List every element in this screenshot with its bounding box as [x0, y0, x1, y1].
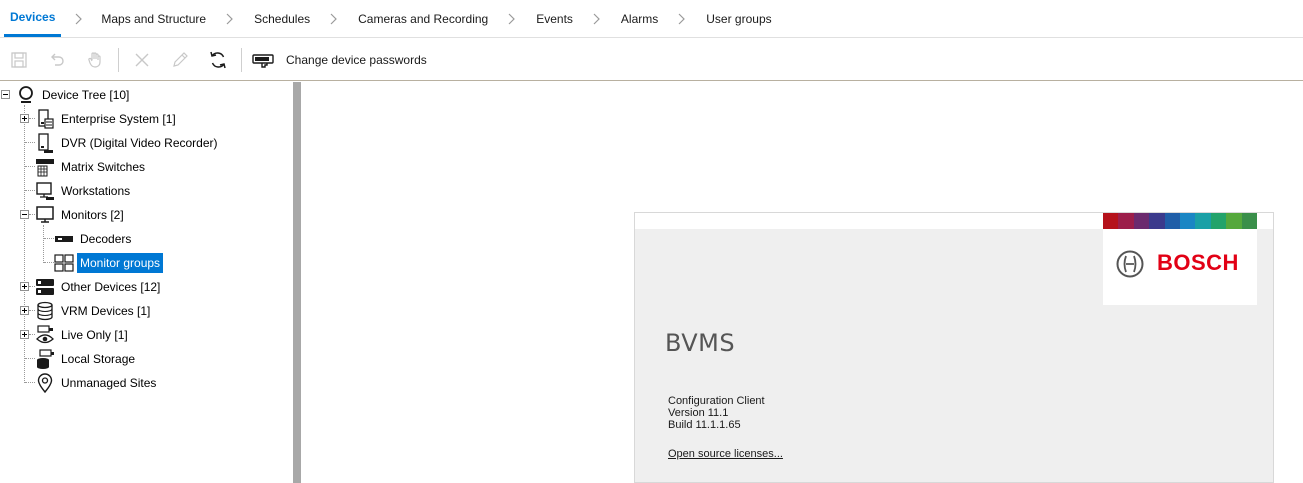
tree-item-label: DVR (Digital Video Recorder) [61, 136, 218, 150]
monitor-group-icon [53, 252, 75, 274]
chevron-right-icon [61, 0, 97, 37]
close-icon [135, 53, 149, 66]
tree-item-label: Monitors [2] [61, 208, 124, 222]
tab-maps-and-structure[interactable]: Maps and Structure [95, 0, 212, 37]
tab-cameras-and-recording[interactable]: Cameras and Recording [352, 0, 494, 37]
tree-item-label: VRM Devices [1] [61, 304, 151, 318]
touch-button[interactable] [76, 44, 114, 76]
tree-item-monitor-groups[interactable]: Monitor groups [53, 251, 164, 275]
version-info: Configuration Client Version 11.1 Build … [668, 395, 765, 431]
save-button[interactable] [0, 44, 38, 76]
bosch-armature-icon [1116, 250, 1144, 278]
brand-color-bar [1103, 213, 1258, 229]
tree-item-unmanaged-sites[interactable]: Unmanaged Sites [34, 371, 159, 395]
expand-toggle-other-devices[interactable] [20, 282, 29, 291]
tree-connector [43, 225, 44, 263]
monitor-icon [34, 204, 56, 226]
tree-item-label: Other Devices [12] [61, 280, 161, 294]
tree-item-label: Workstations [61, 184, 131, 198]
tab-schedules-label: Schedules [254, 11, 311, 26]
expand-toggle-vrm-devices[interactable] [20, 306, 29, 315]
version-text: Version 11.1 [668, 407, 729, 419]
save-icon [11, 51, 27, 68]
workstation-icon [34, 180, 56, 202]
expand-toggle-live-only[interactable] [20, 330, 29, 339]
pane-splitter[interactable] [293, 82, 301, 483]
chevron-right-icon [212, 0, 248, 37]
tab-devices-label: Devices [4, 1, 62, 37]
change-device-passwords-button[interactable]: Change device passwords [246, 44, 433, 76]
location-pin-icon [34, 372, 56, 394]
tree-item-label: Matrix Switches [61, 160, 146, 174]
build-text: Build 11.1.1.65 [668, 419, 741, 431]
tree-item-label: Local Storage [61, 352, 136, 366]
tree-item-dvr[interactable]: DVR (Digital Video Recorder) [34, 131, 221, 155]
tree-item-workstations[interactable]: Workstations [34, 179, 133, 203]
tab-user-groups[interactable]: User groups [700, 0, 777, 37]
tree-item-live-only[interactable]: Live Only [1] [34, 323, 131, 347]
tab-events[interactable]: Events [530, 0, 579, 37]
tree-item-matrix-switches[interactable]: Matrix Switches [34, 155, 148, 179]
local-storage-icon [34, 348, 56, 370]
tree-item-label: Unmanaged Sites [61, 376, 157, 390]
tab-schedules[interactable]: Schedules [248, 0, 316, 37]
app-name: Configuration Client [668, 395, 765, 407]
change-device-passwords-label: Change device passwords [286, 52, 427, 67]
other-devices-icon [34, 276, 56, 298]
key-icon [252, 53, 274, 68]
product-name: BVMS [665, 329, 736, 357]
database-icon [34, 300, 56, 322]
expand-toggle-enterprise[interactable] [20, 114, 29, 123]
toolbar-separator [118, 47, 119, 72]
tree-item-label: Live Only [1] [61, 328, 128, 342]
splash-panel: BOSCH BVMS Configuration Client Version … [634, 212, 1274, 483]
collapse-toggle-monitors[interactable] [20, 210, 29, 219]
chevron-right-icon [664, 0, 700, 37]
top-navigation: Devices Maps and Structure Schedules Cam… [0, 0, 1303, 38]
chevron-right-icon [316, 0, 352, 37]
tab-cameras-label: Cameras and Recording [358, 11, 489, 26]
matrix-icon [34, 156, 56, 178]
bosch-logo: BOSCH [1103, 213, 1258, 305]
delete-button[interactable] [123, 44, 161, 76]
tree-item-enterprise-system[interactable]: Enterprise System [1] [34, 107, 179, 131]
toolbar-separator [241, 47, 242, 72]
device-tree-icon [15, 84, 37, 106]
dvr-icon [34, 132, 56, 154]
tree-item-monitors[interactable]: Monitors [2] [34, 203, 127, 227]
tree-item-vrm-devices[interactable]: VRM Devices [1] [34, 299, 153, 323]
chevron-right-icon [579, 0, 615, 37]
brand-wordmark: BOSCH [1157, 250, 1239, 275]
open-source-licenses-link[interactable]: Open source licenses... [668, 448, 783, 460]
tree-item-device-tree[interactable]: Device Tree [10] [15, 83, 132, 107]
tree-item-label: Decoders [80, 232, 132, 246]
tab-alarms-label: Alarms [620, 11, 659, 26]
tree-item-decoders[interactable]: Decoders [53, 227, 134, 251]
tree-item-label: Enterprise System [1] [61, 112, 176, 126]
hand-icon [88, 51, 101, 68]
enterprise-icon [34, 108, 56, 130]
chevron-right-icon [494, 0, 530, 37]
tab-events-label: Events [536, 11, 573, 26]
collapse-toggle-device-tree[interactable] [1, 90, 10, 99]
tab-devices[interactable]: Devices [0, 0, 62, 37]
undo-button[interactable] [38, 44, 76, 76]
decoder-icon [53, 228, 75, 250]
undo-icon [51, 53, 64, 66]
tree-item-label: Monitor groups [77, 253, 164, 273]
refresh-icon [210, 51, 226, 68]
refresh-button[interactable] [199, 44, 237, 76]
tree-item-label: Device Tree [10] [42, 88, 130, 102]
edit-button[interactable] [161, 44, 199, 76]
tree-item-other-devices[interactable]: Other Devices [12] [34, 275, 163, 299]
tab-user-groups-label: User groups [706, 11, 772, 26]
tab-maps-label: Maps and Structure [101, 11, 207, 26]
tab-alarms[interactable]: Alarms [615, 0, 664, 37]
eye-icon [34, 324, 56, 346]
toolbar: Change device passwords [0, 39, 1303, 81]
device-tree-pane: Device Tree [10] Enterprise System [1] D… [0, 82, 293, 483]
pencil-icon [173, 51, 188, 67]
tree-connector [24, 105, 25, 383]
tree-item-local-storage[interactable]: Local Storage [34, 347, 138, 371]
